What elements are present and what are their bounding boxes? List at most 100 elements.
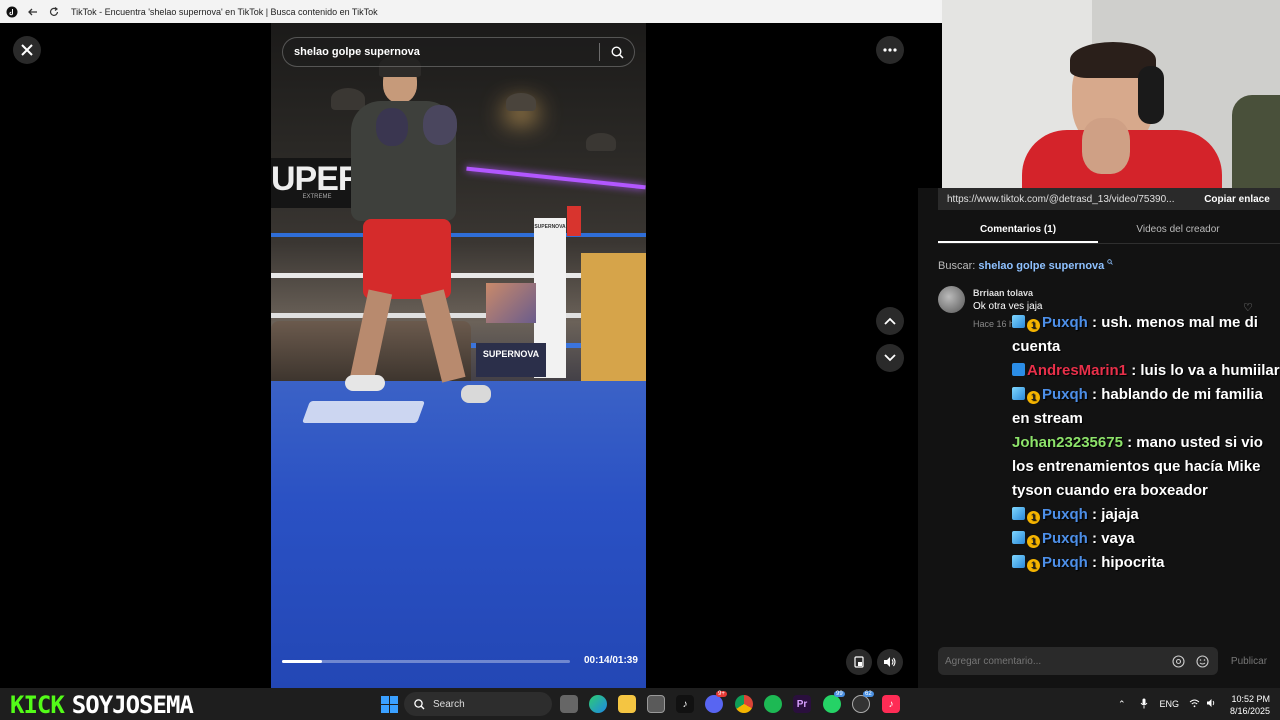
discord-icon[interactable] [705,695,723,713]
chat-text: vaya [1101,530,1135,547]
video-link-url[interactable]: https://www.tiktok.com/@detrasd_13/video… [938,194,1194,205]
tab-comments[interactable]: Comentarios (1) [938,219,1098,243]
moderator-badge-icon [1012,363,1025,376]
chat-username[interactable]: Puxqh [1042,506,1088,523]
boxer-shorts [363,219,451,299]
microphone-icon[interactable] [1140,698,1148,711]
related-search-query[interactable]: shelao golpe supernova [978,260,1104,272]
chat-username[interactable]: Puxqh [1042,386,1088,403]
chat-username[interactable]: Puxqh [1042,554,1088,571]
chat-message: Johan23235675 : mano usted si vio los en… [1012,431,1280,503]
tiktok-icon[interactable]: ♪ [676,695,694,713]
volume-button[interactable] [877,649,903,675]
speaker-icon[interactable] [1206,698,1217,710]
chat-separator: : [1087,386,1102,403]
chrome-icon[interactable] [735,695,753,713]
premiere-icon[interactable]: Pr [793,695,811,713]
previous-video-button[interactable] [876,307,904,335]
taskbar-search-label: Search [433,698,465,710]
gift-badge-icon: 1 [1027,319,1040,332]
whatsapp-icon[interactable] [823,695,841,713]
search-bar[interactable]: shelao golpe supernova [282,37,635,67]
reload-icon[interactable] [45,3,63,21]
streamer-headphones [1138,66,1164,124]
apron-brand-text: SUPERNOVA [482,349,540,359]
search-input[interactable]: shelao golpe supernova [283,46,599,58]
copy-link-button[interactable]: Copiar enlace [1194,194,1280,205]
more-options-button[interactable] [876,36,904,64]
tiktok-viewer: UPERN EXTREME SUPERNOVA SUPERNOVA shelao… [0,23,918,688]
chat-username[interactable]: AndresMarin1 [1027,362,1127,379]
comment-username[interactable]: Brriaan tolava [973,288,1033,298]
boxer-shoe-left [345,375,385,391]
task-view-icon[interactable] [560,695,578,713]
comment-input[interactable] [938,647,1162,675]
edge-icon[interactable] [589,695,607,713]
video-progress-bar[interactable] [282,660,570,663]
spotify-icon[interactable] [764,695,782,713]
system-tray: ⌃ ENG [1118,688,1217,720]
volume-icon [884,657,896,667]
browser-titlebar: TikTok - Encuentra 'shelao supernova' en… [0,0,942,23]
stream-chat: 1 Puxqh : ush. menos mal me di cuenta Andr… [1012,311,1280,575]
input-language[interactable]: ENG [1160,699,1180,709]
chat-username[interactable]: Johan23235675 [1012,434,1123,451]
wifi-icon[interactable] [1189,699,1200,710]
boxer-shoe-right [461,385,491,403]
chat-message: AndresMarin1 : luis lo va a humiilar [1012,359,1280,383]
taskbar-search[interactable]: Search [404,692,552,716]
canvas-logo [301,401,426,423]
search-icon [414,698,425,709]
ceiling-lamp [586,133,616,151]
chrome-badge: 62 [863,691,874,697]
discord-badge: 9+ [716,691,727,697]
subscriber-badge-icon [1012,531,1025,544]
publish-button[interactable]: Publicar [1218,656,1280,667]
chat-message: 1 Puxqh : vaya [1012,527,1280,551]
chevron-up-icon[interactable]: ⌃ [1118,699,1126,710]
chat-separator: : [1122,434,1137,451]
obs-icon[interactable] [852,695,870,713]
link-row: https://www.tiktok.com/@detrasd_13/video… [938,188,1280,210]
gift-badge-icon: 1 [1027,511,1040,524]
avatar[interactable] [938,286,965,313]
chat-separator: : [1087,314,1102,331]
chat-separator: : [1087,554,1102,571]
boxer-glove-left [376,108,408,146]
tab-creator-videos[interactable]: Videos del creador [1098,219,1258,243]
subscriber-badge-icon [1012,315,1025,328]
tiktok-live-icon[interactable]: ♪ [882,695,900,713]
mention-icon[interactable] [1171,654,1185,668]
webcam-overlay [942,0,1280,188]
video-player[interactable]: UPERN EXTREME SUPERNOVA SUPERNOVA [271,23,646,688]
app-icon [3,3,21,21]
store-icon[interactable] [647,695,665,713]
windows-start-icon[interactable] [381,696,398,713]
search-icon[interactable] [600,45,634,59]
related-search[interactable]: Buscar: shelao golpe supernova [938,259,1114,272]
channel-name: SOYJOSEMA [71,691,194,719]
system-clock[interactable]: 10:52 PM 8/16/2025 [1226,693,1270,717]
more-icon [883,48,897,52]
taskbar: KICK SOYJOSEMA Search ♪ 9+ Pr 99 62 ♪ ⌃ E… [0,688,1280,720]
emoji-icon[interactable] [1195,654,1209,668]
kick-logo: KICK [10,691,65,719]
chat-separator: : [1087,530,1102,547]
ring-rope [271,233,646,237]
gym-banner: UPERN EXTREME [271,158,386,208]
close-button[interactable] [13,36,41,64]
chat-username[interactable]: Puxqh [1042,314,1088,331]
next-video-button[interactable] [876,344,904,372]
ring-post-top [567,206,581,236]
window-title: TikTok - Encuentra 'shelao supernova' en… [71,6,378,17]
close-icon [21,44,33,56]
clock-time: 10:52 PM [1231,694,1270,704]
picture-in-picture-button[interactable] [846,649,872,675]
comment-composer: Publicar [938,647,1280,675]
file-explorer-icon[interactable] [618,695,636,713]
chat-message: 1 Puxqh : ush. menos mal me di cuenta [1012,311,1280,359]
gift-badge-icon: 1 [1027,559,1040,572]
chat-message: 1 Puxqh : jajaja [1012,503,1280,527]
back-icon[interactable] [24,3,42,21]
chat-username[interactable]: Puxqh [1042,530,1088,547]
